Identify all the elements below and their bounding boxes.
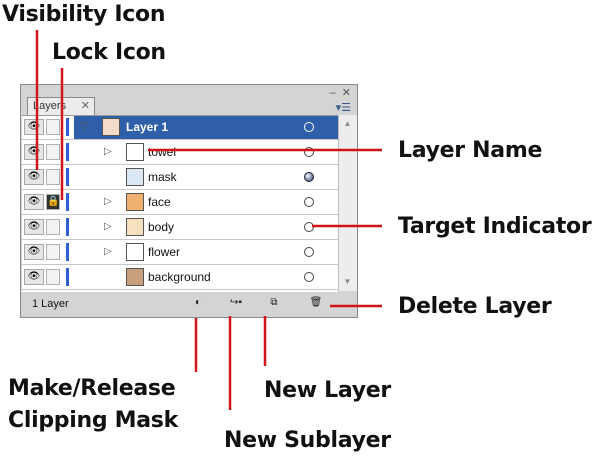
layer-count: 1 Layer	[32, 298, 69, 310]
new-sublayer-button[interactable]: ↪▪	[228, 296, 244, 311]
target-indicator-icon[interactable]	[304, 147, 314, 157]
layer-row-face[interactable]: 👁 🔒 ▷ face	[22, 191, 338, 215]
lock-toggle[interactable]	[46, 119, 60, 135]
clipping-mask-callout-line2: Clipping Mask	[8, 408, 178, 433]
chevron-right-icon[interactable]: ▷	[104, 246, 112, 257]
minimize-icon[interactable]: –	[330, 87, 336, 99]
clipping-mask-button[interactable]: ◐	[190, 296, 206, 311]
layer-color-bar	[66, 268, 69, 286]
face-thumbnail-icon	[126, 193, 144, 211]
layer-row-content: ▷ flower	[74, 241, 338, 264]
layer-row-content: ▷ towel	[74, 141, 338, 164]
scroll-up-icon[interactable]: ▲	[340, 117, 355, 131]
layer-name[interactable]: mask	[148, 170, 177, 184]
layer-name-callout: Layer Name	[398, 138, 543, 163]
layer-name[interactable]: towel	[148, 145, 176, 159]
visibility-eye-icon[interactable]: 👁	[24, 169, 44, 185]
towel-thumbnail-icon	[126, 143, 144, 161]
tab-close-icon[interactable]: ✕	[81, 98, 90, 114]
layer-name[interactable]: face	[148, 195, 171, 209]
layer-name[interactable]: flower	[148, 245, 180, 259]
panel-menu-icon[interactable]: ▾☰	[336, 101, 351, 114]
chevron-right-icon[interactable]: ▷	[104, 196, 112, 207]
layer-row-layer-1[interactable]: 👁 ▽ Layer 1	[22, 116, 338, 140]
delete-layer-callout: Delete Layer	[398, 294, 552, 319]
delete-layer-button[interactable]: 🗑	[308, 296, 324, 311]
layer-color-bar	[66, 143, 69, 161]
visibility-eye-icon[interactable]: 👁	[24, 144, 44, 160]
lock-icon-callout: Lock Icon	[52, 40, 166, 65]
visibility-eye-icon[interactable]: 👁	[24, 269, 44, 285]
layer-row-body[interactable]: 👁 ▷ body	[22, 216, 338, 240]
lock-icon[interactable]: 🔒	[46, 194, 60, 210]
panel-window-controls: – ✕	[324, 86, 351, 99]
visibility-eye-icon[interactable]: 👁	[24, 194, 44, 210]
visibility-icon-callout: Visibility Icon	[2, 2, 166, 27]
layer-row-towel[interactable]: 👁 ▷ towel	[22, 141, 338, 165]
layer-color-bar	[66, 243, 69, 261]
target-indicator-callout: Target Indicator	[398, 214, 592, 239]
lock-toggle[interactable]	[46, 219, 60, 235]
lock-toggle[interactable]	[46, 169, 60, 185]
layer-row-content: ▽ Layer 1	[74, 116, 338, 139]
lock-toggle[interactable]	[46, 244, 60, 260]
tab-label: Layers	[33, 100, 67, 112]
visibility-eye-icon[interactable]: 👁	[24, 244, 44, 260]
body-thumbnail-icon	[126, 218, 144, 236]
layer-thumbnail-icon	[102, 118, 120, 136]
layer-name[interactable]: body	[148, 220, 174, 234]
layer-color-bar	[66, 218, 69, 236]
lock-toggle[interactable]	[46, 269, 60, 285]
layers-panel: – ✕ Layers ✕ ▾☰ 👁 ▽ Layer 1 👁 ▷ towel 👁 …	[20, 84, 358, 318]
layers-list: 👁 ▽ Layer 1 👁 ▷ towel 👁 mask 👁 🔒 ▷ face …	[22, 115, 338, 292]
target-indicator-icon[interactable]	[304, 222, 314, 232]
target-indicator-icon[interactable]	[304, 247, 314, 257]
target-indicator-icon[interactable]	[304, 172, 314, 182]
new-sublayer-callout: New Sublayer	[224, 428, 391, 453]
layer-row-flower[interactable]: 👁 ▷ flower	[22, 241, 338, 265]
visibility-eye-icon[interactable]: 👁	[24, 119, 44, 135]
background-thumbnail-icon	[126, 268, 144, 286]
chevron-right-icon[interactable]: ▷	[104, 221, 112, 232]
target-indicator-icon[interactable]	[304, 197, 314, 207]
layer-row-background[interactable]: 👁 background	[22, 266, 338, 290]
lock-toggle[interactable]	[46, 144, 60, 160]
chevron-down-icon[interactable]: ▽	[80, 121, 88, 132]
layer-row-content: background	[74, 266, 338, 289]
new-layer-callout: New Layer	[264, 378, 391, 403]
layer-name[interactable]: Layer 1	[126, 120, 168, 134]
target-indicator-icon[interactable]	[304, 272, 314, 282]
layer-row-mask[interactable]: 👁 mask	[22, 166, 338, 190]
target-indicator-icon[interactable]	[304, 122, 314, 132]
layer-row-content: ▷ body	[74, 216, 338, 239]
layer-row-content: ▷ face	[74, 191, 338, 214]
flower-thumbnail-icon	[126, 243, 144, 261]
layer-name[interactable]: background	[148, 270, 211, 284]
layer-color-bar	[66, 168, 69, 186]
scroll-down-icon[interactable]: ▼	[340, 275, 355, 289]
close-icon[interactable]: ✕	[342, 87, 351, 99]
layer-color-bar	[66, 118, 69, 136]
visibility-eye-icon[interactable]: 👁	[24, 219, 44, 235]
layer-color-bar	[66, 193, 69, 211]
mask-thumbnail-icon	[126, 168, 144, 186]
new-layer-button[interactable]: ⧉	[266, 296, 282, 311]
chevron-right-icon[interactable]: ▷	[104, 146, 112, 157]
layer-row-content: mask	[74, 166, 338, 189]
tab-layers[interactable]: Layers ✕	[27, 97, 95, 115]
panel-footer: 1 Layer ◐ ↪▪ ⧉ 🗑	[22, 292, 356, 316]
layers-scrollbar[interactable]: ▲ ▼	[338, 115, 357, 291]
clipping-mask-callout-line1: Make/Release	[8, 376, 176, 401]
